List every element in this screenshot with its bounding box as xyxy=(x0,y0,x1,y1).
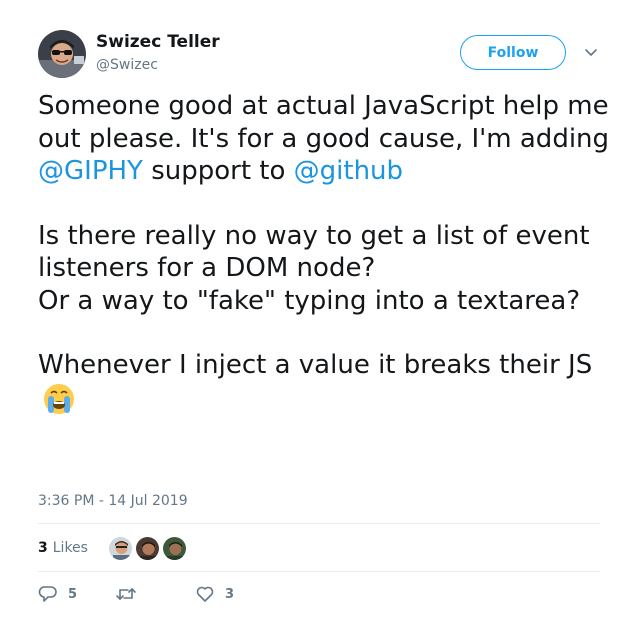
crying-emoji xyxy=(42,382,76,425)
author-handle[interactable]: @Swizec xyxy=(96,55,220,75)
reply-count: 5 xyxy=(68,586,78,602)
like-button[interactable]: 3 xyxy=(195,584,234,604)
liker-avatar[interactable] xyxy=(161,535,187,561)
likes-count[interactable]: 3 xyxy=(38,540,48,556)
retweet-button[interactable] xyxy=(115,584,147,604)
retweet-icon xyxy=(116,588,136,600)
tweet-text: Someone good at actual JavaScript help m… xyxy=(38,90,618,424)
tweet-card: Swizec Teller @Swizec Follow Someone goo… xyxy=(0,0,640,633)
more-options[interactable] xyxy=(582,44,600,62)
tweet-text-segment: support to xyxy=(142,156,294,186)
tweet-text-segment: Someone good at actual JavaScript help m… xyxy=(38,91,610,154)
mention-giphy[interactable]: @GIPHY xyxy=(38,156,143,186)
tweet-text-segment: Whenever I inject a value it breaks thei… xyxy=(38,350,593,380)
divider xyxy=(38,571,600,572)
chevron-down-icon xyxy=(585,49,597,56)
mention-github[interactable]: @github xyxy=(294,156,403,186)
tweet-actions: 5 3 xyxy=(38,582,234,606)
liker-avatars xyxy=(107,535,189,561)
divider xyxy=(38,523,600,524)
likes-summary: 3 Likes xyxy=(38,535,189,561)
follow-button[interactable]: Follow xyxy=(460,35,566,70)
reply-icon xyxy=(38,586,57,602)
tweet-timestamp[interactable]: 3:36 PM - 14 Jul 2019 xyxy=(38,491,188,511)
like-count: 3 xyxy=(225,586,235,602)
tweet-paragraph-3: Whenever I inject a value it breaks thei… xyxy=(38,349,618,424)
author-block: Swizec Teller @Swizec xyxy=(96,32,220,75)
tweet-paragraph-2b: Or a way to "fake" typing into a textare… xyxy=(38,285,581,316)
tweet-paragraph-1: Someone good at actual JavaScript help m… xyxy=(38,90,618,188)
heart-icon xyxy=(196,586,214,602)
author-name[interactable]: Swizec Teller xyxy=(96,32,220,52)
reply-button[interactable]: 5 xyxy=(38,584,77,604)
likes-label[interactable]: Likes xyxy=(53,540,88,556)
liker-avatar[interactable] xyxy=(107,535,133,561)
liker-avatar[interactable] xyxy=(134,535,160,561)
tweet-paragraph-2a: Is there really no way to get a list of … xyxy=(38,220,590,284)
avatar[interactable] xyxy=(38,30,86,78)
